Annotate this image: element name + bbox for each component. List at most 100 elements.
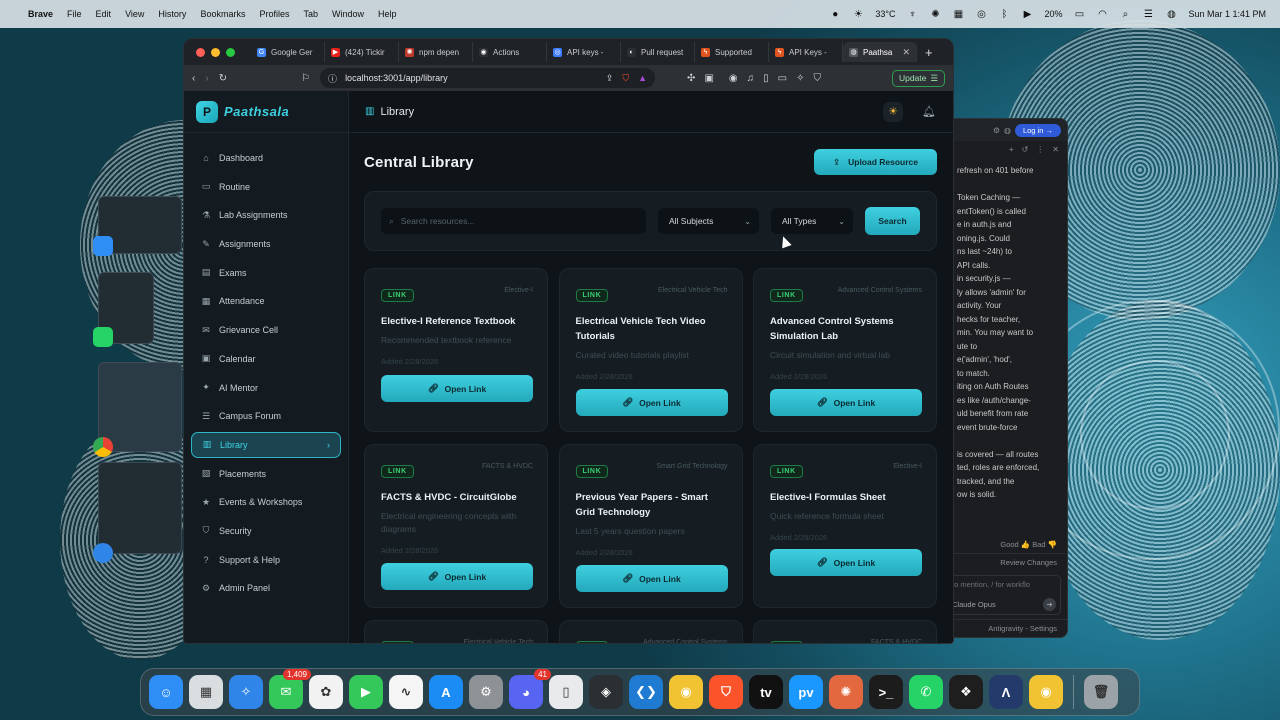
trash-dock-icon[interactable]: 🗑 xyxy=(1084,675,1118,709)
browser-tab[interactable]: G Google Ger xyxy=(251,42,325,62)
browser-tab[interactable]: ◍ Paathsa ✕ xyxy=(843,42,917,62)
sidebar-item-attendance[interactable]: ▦ Attendance xyxy=(191,288,341,314)
sidebar-item-exams[interactable]: ▤ Exams xyxy=(191,260,341,286)
clock[interactable]: Sun Mar 1 1:41 PM xyxy=(1188,9,1266,19)
wifi-icon[interactable]: ◠ xyxy=(1096,8,1108,20)
chrome-2-dock-icon[interactable]: ◉ xyxy=(1029,675,1063,709)
vscode-dock-icon[interactable]: ❮❯ xyxy=(629,675,663,709)
messages-dock-icon[interactable]: ✉ 1,409 xyxy=(269,669,311,709)
model-selector[interactable]: Claude Opus xyxy=(952,600,996,609)
sidebar-item-events-workshops[interactable]: ★ Events & Workshops xyxy=(191,489,341,515)
freeform-dock-icon[interactable]: ∿ xyxy=(389,675,423,709)
desktop-window-thumb[interactable] xyxy=(98,362,182,452)
reload-icon[interactable]: ↻ xyxy=(219,73,227,84)
desktop-window-thumb[interactable] xyxy=(98,462,182,554)
tab-close-icon[interactable]: ✕ xyxy=(902,47,910,58)
whatsapp-icon[interactable] xyxy=(93,327,113,347)
browser-tab[interactable]: ▶ (424) Tickir xyxy=(325,42,399,62)
search-icon[interactable]: ⌕ xyxy=(1119,8,1131,20)
open-link-button[interactable]: 🔗︎ Open Link xyxy=(381,375,533,402)
sidebar-item-campus-forum[interactable]: ☰ Campus Forum xyxy=(191,403,341,429)
safari-dock-icon[interactable]: ✧ xyxy=(229,675,263,709)
vpn-icon[interactable]: ⛉ xyxy=(813,73,821,84)
sidebar-item-library[interactable]: ▥ Library › xyxy=(191,431,341,458)
sidebar-icon[interactable]: ▯ xyxy=(763,73,769,84)
theme-toggle-sun-icon[interactable]: ☀ xyxy=(883,101,903,122)
sidebar-item-dashboard[interactable]: ⌂ Dashboard xyxy=(191,145,341,171)
browser-tab[interactable]: ◐ Pull request xyxy=(621,42,695,62)
type-select[interactable]: All Types ⌄ xyxy=(771,208,853,234)
antigravity-dock-icon[interactable]: Λ xyxy=(989,675,1023,709)
review-changes-button[interactable]: Review Changes xyxy=(941,553,1067,571)
open-link-button[interactable]: 🔗︎ Open Link xyxy=(770,389,922,416)
close-window-button[interactable] xyxy=(196,47,205,57)
extensions-icon[interactable]: ✣ xyxy=(687,73,695,84)
play-icon[interactable]: ▶ xyxy=(1021,8,1033,20)
open-link-button[interactable]: 🔗︎ Open Link xyxy=(575,389,728,416)
grid-icon[interactable]: ▦ xyxy=(952,8,964,20)
claude-status-icon[interactable]: ✺ xyxy=(929,8,941,20)
menu-file[interactable]: File xyxy=(67,9,82,19)
prime-video-dock-icon[interactable]: pv xyxy=(789,675,823,709)
menu-tab[interactable]: Tab xyxy=(303,9,318,19)
figma-dock-icon[interactable]: ❖ xyxy=(949,675,983,709)
search-field[interactable]: ⌕ xyxy=(381,208,646,234)
browser-tab[interactable]: ϟ Supported xyxy=(695,42,769,62)
add-icon[interactable]: + xyxy=(1009,145,1014,154)
weather-icon[interactable]: ☀ xyxy=(852,8,864,20)
minimize-window-button[interactable] xyxy=(211,47,220,57)
open-link-button[interactable]: 🔗︎ Open Link xyxy=(575,565,728,592)
finder-icon[interactable] xyxy=(93,236,113,256)
site-info-icon[interactable]: ⓘ xyxy=(328,72,337,85)
maximize-window-button[interactable] xyxy=(226,47,235,57)
browser-tab[interactable]: ϟ API Keys - xyxy=(769,42,843,62)
bookmark-icon[interactable]: ⚐ xyxy=(301,73,310,84)
wallet-icon[interactable]: ▭ xyxy=(778,73,787,84)
activity-icon[interactable]: ♆ xyxy=(906,8,918,20)
brave-rewards-icon[interactable]: ▲ xyxy=(638,73,647,84)
chrome-dock-icon[interactable]: ◉ xyxy=(669,675,703,709)
share-icon[interactable]: ⇪ xyxy=(606,73,614,84)
menu-app-name[interactable]: Brave xyxy=(28,9,53,19)
bluetooth-icon[interactable]: ᛒ xyxy=(998,8,1010,20)
new-tab-button[interactable]: + xyxy=(925,45,933,60)
menu-history[interactable]: History xyxy=(158,9,186,19)
search-input[interactable] xyxy=(400,216,631,226)
sidebar-item-ai-mentor[interactable]: ✦ AI Mentor xyxy=(191,375,341,401)
open-link-button[interactable]: 🔗︎ Open Link xyxy=(770,549,922,576)
system-settings-dock-icon[interactable]: ⚙ xyxy=(469,675,503,709)
whatsapp-dock-icon[interactable]: ✆ xyxy=(909,675,943,709)
close-icon[interactable]: ✕ xyxy=(1052,145,1059,154)
screenshot-icon[interactable]: ▣ xyxy=(704,73,713,84)
terminal-dock-icon[interactable]: >_ xyxy=(869,675,903,709)
launchpad-dock-icon[interactable]: ▦ xyxy=(189,675,223,709)
sidebar-item-support-help[interactable]: ? Support & Help xyxy=(191,547,341,573)
battery-icon[interactable]: ▭ xyxy=(1073,8,1085,20)
sidebar-item-admin-panel[interactable]: ⚙ Admin Panel xyxy=(191,575,341,601)
iphone-mirroring-dock-icon[interactable]: ▯ xyxy=(549,675,583,709)
browser-tab[interactable]: ✺ npm depen xyxy=(399,42,473,62)
chrome-icon[interactable] xyxy=(93,437,113,457)
back-icon[interactable]: ‹ xyxy=(192,73,195,84)
menu-bookmarks[interactable]: Bookmarks xyxy=(200,9,245,19)
login-button[interactable]: Log in → xyxy=(1014,123,1061,137)
menu-window[interactable]: Window xyxy=(332,9,364,19)
photos-dock-icon[interactable]: ✿ xyxy=(309,675,343,709)
forward-icon[interactable]: › xyxy=(205,73,208,84)
finder-dock-icon[interactable]: ☺ xyxy=(149,675,183,709)
sidebar-item-grievance-cell[interactable]: ✉ Grievance Cell xyxy=(191,317,341,343)
sidebar-item-security[interactable]: ⛉ Security xyxy=(191,518,341,544)
sidebar-item-routine[interactable]: ▭ Routine xyxy=(191,174,341,200)
subject-select[interactable]: All Subjects ⌄ xyxy=(658,208,759,234)
facetime-dock-icon[interactable]: ▶ xyxy=(349,675,383,709)
account-icon[interactable]: ◍ xyxy=(1004,126,1011,135)
feedback-buttons[interactable]: Good 👍 Bad 👎 xyxy=(1000,540,1057,549)
airdrop-icon[interactable]: ◎ xyxy=(975,8,987,20)
sidebar-item-placements[interactable]: ▧ Placements xyxy=(191,461,341,487)
menu-help[interactable]: Help xyxy=(378,9,397,19)
sidebar-item-lab-assignments[interactable]: ⚗ Lab Assignments xyxy=(191,202,341,228)
notifications-bell-icon[interactable]: 🔔︎ xyxy=(919,102,939,122)
browser-tab[interactable]: ◎ API keys - xyxy=(547,42,621,62)
browser-tab[interactable]: ◉ Actions xyxy=(473,42,547,62)
brave-dock-icon[interactable]: ⛉ xyxy=(709,675,743,709)
